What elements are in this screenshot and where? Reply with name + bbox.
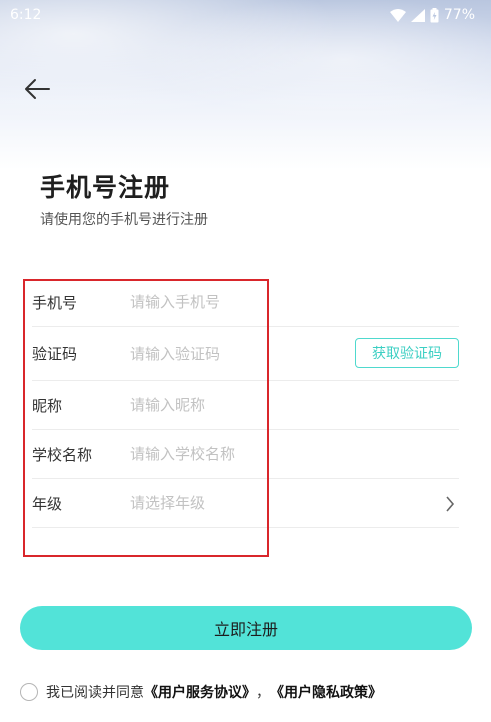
back-button[interactable] — [20, 72, 54, 106]
agreement-prefix: 我已阅读并同意 — [46, 685, 144, 701]
school-input[interactable] — [130, 445, 330, 463]
phone-input[interactable] — [130, 293, 330, 311]
grade-select[interactable] — [130, 494, 330, 512]
agree-checkbox[interactable] — [20, 683, 38, 701]
arrow-left-icon — [25, 79, 50, 99]
code-row: 验证码 获取验证码 — [32, 327, 459, 381]
signal-icon — [410, 8, 425, 22]
phone-row: 手机号 — [32, 278, 459, 327]
agreement-separator: ， — [256, 685, 270, 701]
get-code-button[interactable]: 获取验证码 — [355, 338, 459, 368]
code-input[interactable] — [130, 344, 330, 363]
page-subtitle: 请使用您的手机号进行注册 — [40, 212, 208, 228]
code-label: 验证码 — [32, 345, 78, 363]
nickname-input[interactable] — [130, 396, 330, 414]
privacy-policy-link[interactable]: 《用户隐私政策》 — [270, 682, 382, 702]
school-row: 学校名称 — [32, 430, 459, 479]
agreement: 我已阅读并同意 《用户服务协议》 ， 《用户隐私政策》 — [20, 682, 382, 702]
service-agreement-link[interactable]: 《用户服务协议》 — [144, 682, 256, 702]
school-label: 学校名称 — [32, 445, 93, 464]
nickname-label: 昵称 — [32, 396, 63, 415]
nickname-row: 昵称 — [32, 381, 459, 430]
grade-label: 年级 — [32, 494, 63, 513]
registration-form: 手机号 验证码 获取验证码 昵称 学校名称 年级 — [32, 278, 459, 528]
status-bar: 6:12 77% — [0, 0, 491, 30]
status-time: 6:12 — [10, 7, 42, 23]
battery-icon — [430, 7, 439, 23]
phone-label: 手机号 — [32, 293, 78, 312]
register-button[interactable]: 立即注册 — [20, 606, 472, 650]
battery-level: 77% — [443, 7, 475, 23]
page-title: 手机号注册 — [40, 173, 171, 202]
status-icons: 77% — [389, 7, 475, 23]
wifi-icon — [389, 8, 406, 22]
chevron-right-icon[interactable] — [445, 496, 455, 516]
grade-row[interactable]: 年级 — [32, 479, 459, 528]
